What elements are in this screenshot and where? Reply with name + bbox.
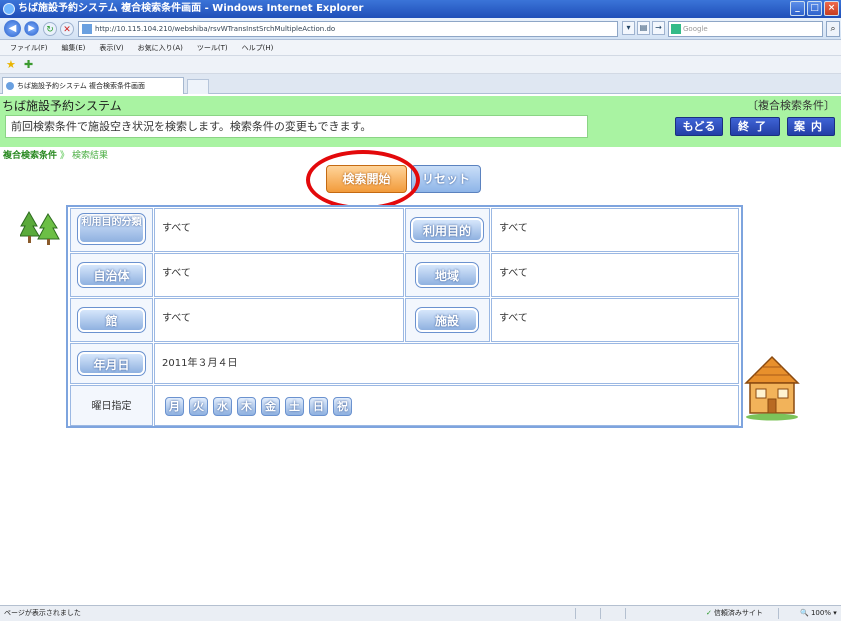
menu-favorites[interactable]: お気に入り(A)	[138, 40, 183, 55]
breadcrumb-current: 複合検索条件	[3, 151, 58, 161]
purpose-category-value: すべて	[154, 208, 404, 252]
tab-bar: ちば施設予約システム 複合検索条件画面	[0, 74, 841, 94]
status-divider	[575, 608, 576, 619]
building-label-cell: 館	[70, 298, 153, 342]
window-controls: _ □ ×	[790, 1, 839, 16]
date-value: 2011年３月４日	[154, 343, 739, 384]
guidance-message: 前回検索条件で施設空き状況を検索します。検索条件の変更もできます。	[5, 115, 588, 138]
ie-logo-icon	[3, 3, 15, 15]
building-button[interactable]: 館	[77, 307, 146, 333]
maximize-button[interactable]: □	[807, 1, 822, 16]
purpose-category-label-cell: 利用目的分類	[70, 208, 153, 252]
compat-icon[interactable]: ▤	[637, 21, 650, 35]
search-input[interactable]: Google	[668, 21, 823, 37]
menu-bar: ファイル(F) 編集(E) 表示(V) お気に入り(A) ツール(T) ヘルプ(…	[0, 40, 841, 56]
favorites-star-icon[interactable]: ★	[6, 58, 16, 71]
stop-icon[interactable]: ✕	[60, 22, 74, 36]
search-conditions-form: 利用目的分類 すべて 利用目的 すべて 自治体 すべて 地域 すべて 館 すべて…	[66, 205, 743, 428]
forward-arrow-icon[interactable]: ▶	[24, 21, 39, 36]
title-bar: ちば施設予約システム 複合検索条件画面 - Windows Internet E…	[0, 0, 841, 18]
refresh-icon[interactable]: ↻	[43, 22, 57, 36]
guide-button[interactable]: 案内	[787, 117, 835, 136]
address-input[interactable]: http://10.115.104.210/webshiba/rsvWTrans…	[78, 21, 618, 37]
browser-window: ちば施設予約システム 複合検索条件画面 - Windows Internet E…	[0, 0, 841, 621]
system-name: ちば施設予約システム	[2, 99, 122, 113]
breadcrumb-next: 検索結果	[72, 151, 109, 161]
breadcrumb: 複合検索条件》検索結果	[3, 148, 108, 161]
weekday-label: 曜日指定	[70, 385, 153, 426]
municipality-label-cell: 自治体	[70, 253, 153, 297]
address-tools: ▾ ▤ →	[622, 21, 665, 35]
breadcrumb-separator: 》	[60, 151, 70, 161]
page-header: ちば施設予約システム 〔複合検索条件〕 前回検索条件で施設空き状況を検索します。…	[0, 96, 841, 147]
municipality-button[interactable]: 自治体	[77, 262, 146, 288]
status-divider	[625, 608, 626, 619]
weekday-thu-button[interactable]: 木	[237, 397, 256, 416]
menu-tools[interactable]: ツール(T)	[197, 40, 228, 55]
add-favorite-icon[interactable]: ✚	[24, 58, 33, 71]
municipality-value: すべて	[154, 253, 404, 297]
purpose-button[interactable]: 利用目的	[410, 217, 484, 243]
facility-value: すべて	[491, 298, 739, 342]
weekday-sat-button[interactable]: 土	[285, 397, 304, 416]
status-bar: ページが表示されました ✓ 信頼済みサイト 🔍 100% ▾	[0, 605, 841, 621]
building-value: すべて	[154, 298, 404, 342]
trees-icon	[20, 210, 60, 245]
screen-mode-label: 〔複合検索条件〕	[747, 99, 835, 112]
menu-help[interactable]: ヘルプ(H)	[242, 40, 274, 55]
facility-label-cell: 施設	[405, 298, 490, 342]
weekday-wed-button[interactable]: 水	[213, 397, 232, 416]
minimize-button[interactable]: _	[790, 1, 805, 16]
weekday-selector: 月 火 水 木 金 土 日 祝	[154, 385, 739, 426]
end-button[interactable]: 終了	[730, 117, 780, 136]
highlight-circle	[306, 150, 420, 210]
menu-file[interactable]: ファイル(F)	[10, 40, 48, 55]
window-title: ちば施設予約システム 複合検索条件画面 - Windows Internet E…	[18, 3, 364, 14]
status-text: ページが表示されました	[4, 609, 81, 617]
check-icon: ✓	[706, 609, 712, 617]
date-label-cell: 年月日	[70, 343, 153, 384]
weekday-sun-button[interactable]: 日	[309, 397, 328, 416]
purpose-category-button[interactable]: 利用目的分類	[77, 213, 146, 245]
purpose-label-cell: 利用目的	[405, 208, 490, 252]
reset-button[interactable]: リセット	[411, 165, 481, 193]
tab-current[interactable]: ちば施設予約システム 複合検索条件画面	[2, 77, 184, 94]
close-button[interactable]: ×	[824, 1, 839, 16]
area-value: すべて	[491, 253, 739, 297]
weekday-tue-button[interactable]: 火	[189, 397, 208, 416]
address-toolbar: ◀ ▶ ↻ ✕ http://10.115.104.210/webshiba/r…	[0, 18, 841, 40]
house-icon	[744, 355, 800, 421]
weekday-fri-button[interactable]: 金	[261, 397, 280, 416]
zoom-level[interactable]: 🔍 100% ▾	[800, 606, 837, 621]
page-icon	[82, 24, 92, 34]
status-divider	[778, 608, 779, 619]
date-button[interactable]: 年月日	[77, 351, 146, 376]
weekday-holiday-button[interactable]: 祝	[333, 397, 352, 416]
tab-page-icon	[6, 82, 14, 90]
google-icon	[671, 24, 681, 34]
back-arrow-icon[interactable]: ◀	[4, 20, 21, 37]
back-button[interactable]: もどる	[675, 117, 723, 136]
area-label-cell: 地域	[405, 253, 490, 297]
search-icon[interactable]: ⌕	[826, 21, 840, 37]
area-button[interactable]: 地域	[415, 262, 479, 288]
menu-view[interactable]: 表示(V)	[99, 40, 123, 55]
status-divider	[600, 608, 601, 619]
weekday-mon-button[interactable]: 月	[165, 397, 184, 416]
new-tab-button[interactable]	[187, 79, 209, 94]
menu-edit[interactable]: 編集(E)	[62, 40, 86, 55]
favorites-bar: ★ ✚	[0, 56, 841, 74]
security-zone[interactable]: ✓ 信頼済みサイト	[706, 606, 763, 621]
go-icon[interactable]: →	[652, 21, 665, 35]
dropdown-icon[interactable]: ▾	[622, 21, 635, 35]
facility-button[interactable]: 施設	[415, 307, 479, 333]
purpose-value: すべて	[491, 208, 739, 252]
